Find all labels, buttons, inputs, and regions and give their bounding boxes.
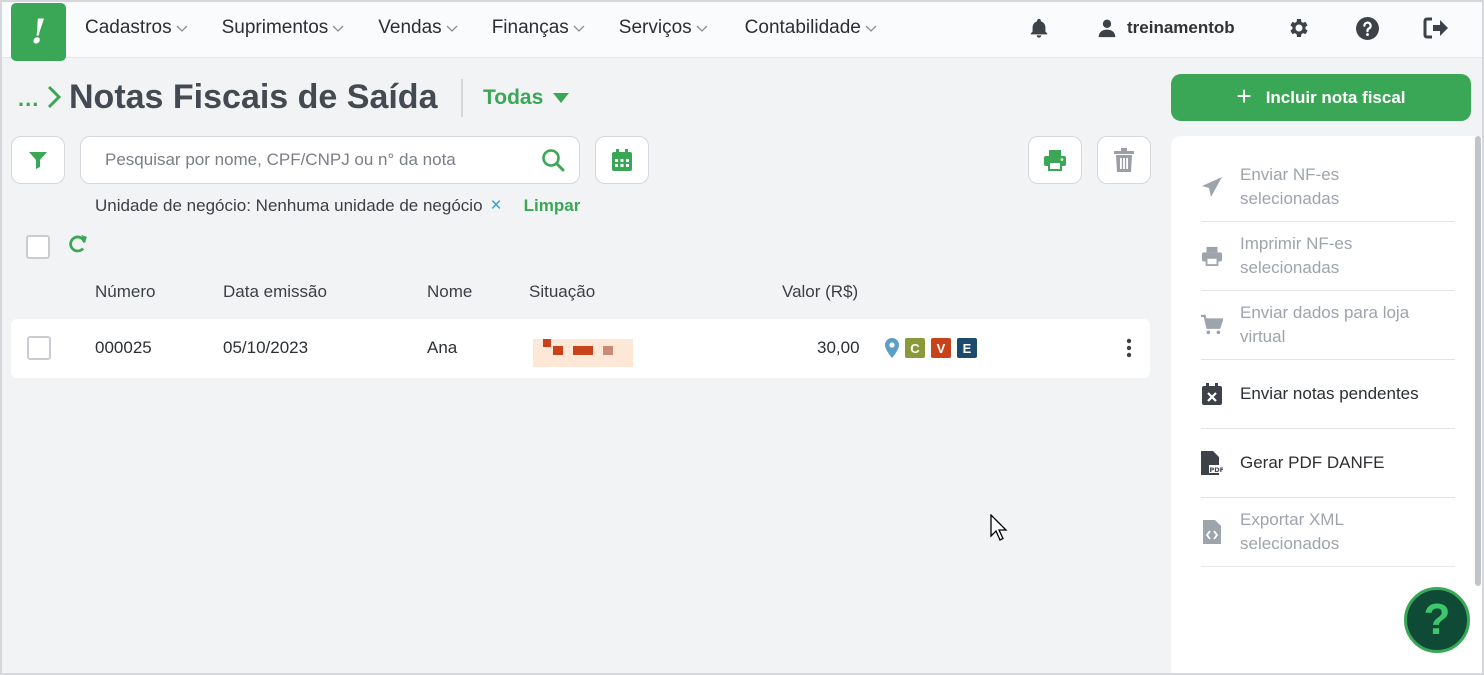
action-export-xml[interactable]: Exportar XML selecionados [1201,498,1455,567]
column-header-nome[interactable]: Nome [427,282,472,302]
notifications-button[interactable] [1028,0,1050,56]
title-divider [461,79,463,117]
caret-down-icon [553,93,570,103]
top-navbar: ! Cadastros Suprimentos Vendas Finanças … [0,0,1484,61]
menu-cadastros[interactable]: Cadastros [85,17,188,39]
search-input[interactable] [105,137,535,183]
active-filter-chip: Unidade de negócio: Nenhuma unidade de n… [95,195,580,217]
filter-chip-label: Unidade de negócio: Nenhuma unidade de n… [95,196,483,215]
add-invoice-button[interactable]: + Incluir nota fiscal [1171,74,1471,121]
cart-icon [1201,314,1223,335]
paper-plane-icon [1202,177,1222,197]
user-name: treinamentob [1127,18,1235,37]
add-invoice-label: Incluir nota fiscal [1265,87,1406,107]
user-menu[interactable]: treinamentob [1097,0,1235,56]
print-button[interactable] [1028,136,1082,184]
chevron-down-icon [865,25,877,32]
menu-contabilidade[interactable]: Contabilidade [745,17,877,39]
pdf-file-icon: PDF [1201,451,1223,475]
date-filter-button[interactable] [595,136,649,184]
action-label-line2: selecionadas [1240,189,1340,208]
action-label: Exportar XML [1240,510,1344,529]
table-row[interactable]: 000025 05/10/2023 Ana 30,00 C V E [11,319,1150,378]
clear-filters-link[interactable]: Limpar [524,196,581,216]
tag-v[interactable]: V [931,338,951,358]
logout-icon [1423,17,1448,39]
calendar-x-icon [1202,383,1222,405]
menu-suprimentos[interactable]: Suprimentos [222,17,345,39]
help-button[interactable] [1355,0,1380,56]
filter-button[interactable] [11,136,65,184]
code-file-icon [1203,520,1221,544]
action-label: Gerar PDF DANFE [1240,453,1385,472]
page-title: Notas Fiscais de Saída [69,78,438,116]
action-label: Enviar NF-es [1240,165,1340,184]
printer-icon [1044,150,1066,171]
chevron-down-icon [332,25,344,32]
printer-icon [1202,246,1222,266]
search-icon[interactable] [541,148,565,172]
mouse-cursor-icon [990,514,1008,541]
column-header-data[interactable]: Data emissão [223,282,327,302]
row-nome: Ana [427,338,458,357]
tag-c[interactable]: C [905,338,925,358]
row-valor: 30,00 [817,338,860,357]
logout-button[interactable] [1423,0,1449,56]
status-filter-value: Todas [483,86,544,109]
action-label-line2: selecionados [1240,534,1340,553]
row-data-emissao: 05/10/2023 [223,338,309,357]
action-send-store[interactable]: Enviar dados para loja virtual [1201,291,1455,360]
row-tags: C V E [885,338,977,358]
chevron-right-icon [48,85,62,109]
breadcrumb[interactable]: ... [18,82,62,112]
action-print-nfes[interactable]: Imprimir NF-es selecionadas [1201,222,1455,291]
status-filter-dropdown[interactable]: Todas [483,86,570,110]
plus-icon: + [1236,81,1252,111]
chevron-down-icon [176,25,188,32]
main-menu: Cadastros Suprimentos Vendas Finanças Se… [85,0,911,56]
select-all-checkbox[interactable] [26,235,50,259]
funnel-icon [29,152,47,169]
chevron-down-icon [696,25,708,32]
help-icon [1356,16,1379,40]
status-badge [533,339,633,367]
action-label: Enviar notas pendentes [1240,384,1419,403]
breadcrumb-ellipsis[interactable]: ... [18,86,39,112]
menu-vendas[interactable]: Vendas [378,17,458,39]
delete-button[interactable] [1097,136,1151,184]
menu-servicos[interactable]: Serviços [619,17,708,39]
trash-icon [1114,148,1134,172]
remove-filter-button[interactable]: × [491,195,502,217]
chevron-down-icon [446,25,458,32]
row-numero: 000025 [95,338,152,357]
bell-icon [1030,18,1048,38]
svg-text:PDF: PDF [1210,466,1224,474]
column-header-situacao[interactable]: Situação [529,282,595,302]
refresh-icon[interactable] [68,234,88,254]
action-label: Enviar dados para loja [1240,303,1410,322]
action-send-pending[interactable]: Enviar notas pendentes [1201,360,1455,429]
chevron-down-icon [573,25,585,32]
kebab-menu-icon[interactable] [1126,338,1132,358]
action-label-line2: selecionadas [1240,258,1340,277]
action-label: Imprimir NF-es [1240,234,1353,253]
tag-e[interactable]: E [957,338,977,358]
action-generate-danfe-pdf[interactable]: PDF Gerar PDF DANFE [1201,429,1455,498]
search-box [80,136,580,184]
user-icon [1098,19,1116,38]
settings-button[interactable] [1286,0,1310,56]
column-header-numero[interactable]: Número [95,282,155,302]
row-checkbox[interactable] [27,336,51,360]
help-chat-button[interactable]: ? [1404,587,1470,653]
action-label-line2: virtual [1240,327,1286,346]
gear-icon [1290,19,1308,37]
menu-financas[interactable]: Finanças [492,17,585,39]
column-header-valor[interactable]: Valor (R$) [782,282,858,302]
location-pin-icon[interactable] [885,338,899,358]
question-icon: ? [1423,595,1451,644]
panel-scrollbar[interactable] [1475,136,1481,586]
calendar-icon [612,149,632,171]
app-logo[interactable]: ! [11,3,66,61]
action-send-nfes[interactable]: Enviar NF-es selecionadas [1201,153,1455,222]
